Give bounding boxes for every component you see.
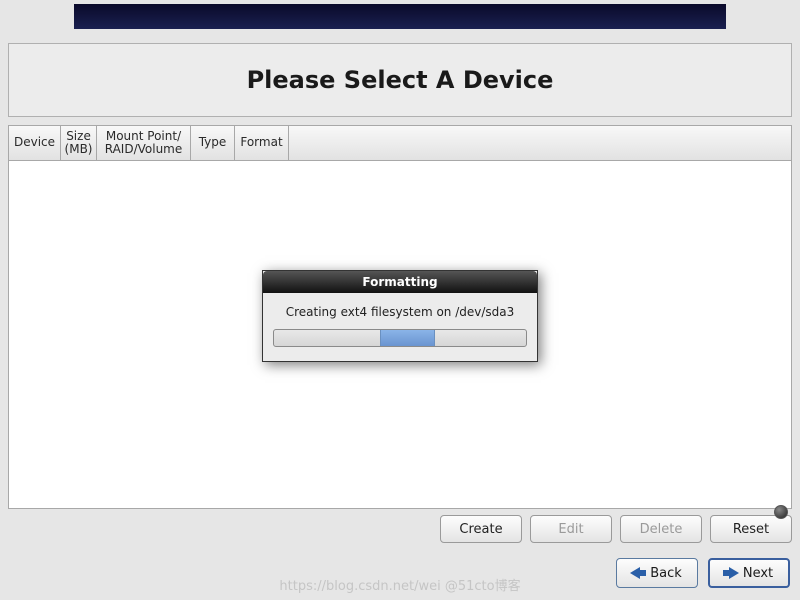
back-label: Back: [650, 566, 682, 581]
col-size[interactable]: Size (MB): [61, 126, 97, 160]
formatting-dialog: Formatting Creating ext4 filesystem on /…: [262, 270, 538, 362]
delete-button: Delete: [620, 515, 702, 543]
col-type[interactable]: Type: [191, 126, 235, 160]
col-device[interactable]: Device: [9, 126, 61, 160]
arrow-left-icon: [630, 567, 646, 579]
edit-button: Edit: [530, 515, 612, 543]
device-table-header: Device Size (MB) Mount Point/ RAID/Volum…: [8, 125, 792, 161]
col-format[interactable]: Format: [235, 126, 289, 160]
action-row: Create Edit Delete Reset: [8, 515, 792, 543]
progress-bar: [273, 329, 527, 347]
next-label: Next: [743, 566, 773, 581]
col-mountpoint[interactable]: Mount Point/ RAID/Volume: [97, 126, 191, 160]
notification-indicator-icon: [774, 505, 788, 519]
progress-chunk: [380, 330, 435, 346]
arrow-right-icon: [723, 567, 739, 579]
title-panel: Please Select A Device: [8, 43, 792, 117]
page-title: Please Select A Device: [247, 66, 554, 94]
installer-banner: [74, 4, 726, 29]
dialog-title: Formatting: [263, 271, 537, 293]
create-button[interactable]: Create: [440, 515, 522, 543]
reset-button[interactable]: Reset: [710, 515, 792, 543]
dialog-body: Creating ext4 filesystem on /dev/sda3: [263, 293, 537, 361]
nav-row: Back Next: [616, 558, 790, 588]
next-button[interactable]: Next: [708, 558, 790, 588]
col-spacer: [289, 126, 791, 160]
dialog-message: Creating ext4 filesystem on /dev/sda3: [273, 305, 527, 319]
col-mount-line2: RAID/Volume: [105, 143, 183, 156]
col-size-line2: (MB): [65, 143, 93, 156]
back-button[interactable]: Back: [616, 558, 698, 588]
